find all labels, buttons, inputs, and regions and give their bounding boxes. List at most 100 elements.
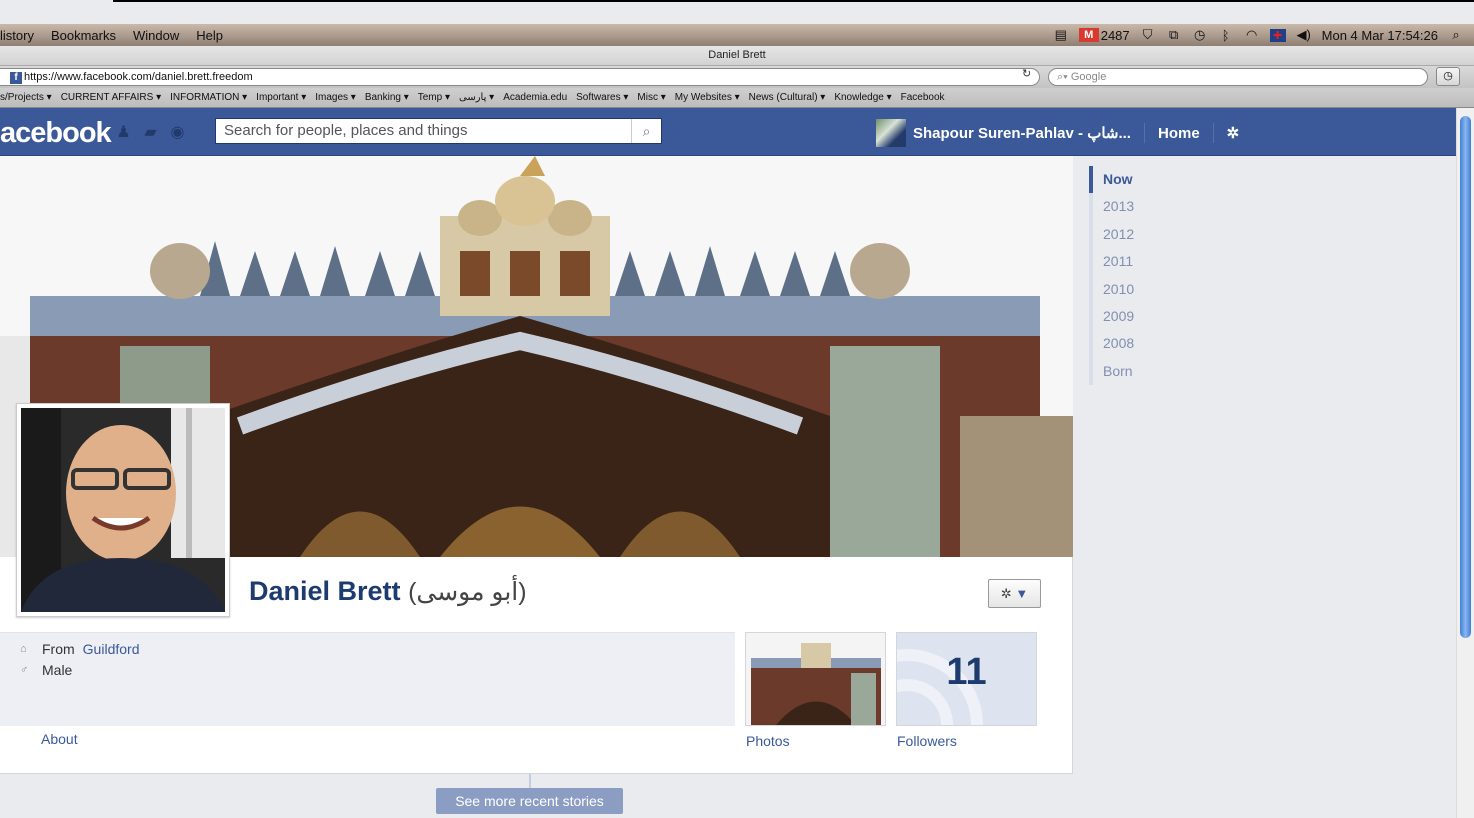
menu-history[interactable]: listory — [0, 28, 34, 43]
history-button[interactable]: ◷ — [1436, 67, 1460, 86]
year-nav-2011[interactable]: 2011 — [1093, 248, 1159, 275]
uk-flag-icon[interactable]: ✚ — [1269, 28, 1286, 42]
gmail-notifier[interactable]: M 2487 — [1078, 27, 1130, 43]
bookmark-item[interactable]: My Websites ▾ — [675, 92, 740, 103]
house-icon: ⌂ — [20, 643, 27, 655]
timeline-year-nav: Now 2013 2012 2011 2010 2009 2008 Born — [1089, 166, 1159, 386]
followers-tile[interactable]: 11 — [896, 632, 1037, 726]
gmail-icon: M — [1078, 28, 1099, 42]
google-search-field[interactable]: ⌕▾ Google — [1048, 68, 1428, 86]
home-link[interactable]: Home — [1158, 125, 1200, 142]
bluetooth-icon[interactable]: ᛒ — [1218, 28, 1234, 43]
followers-count: 11 — [946, 651, 987, 693]
see-more-stories-button[interactable]: See more recent stories — [436, 788, 623, 814]
photos-tile[interactable] — [745, 632, 886, 726]
spotlight-search-icon[interactable]: ⌕ — [1448, 27, 1464, 42]
menu-bookmarks[interactable]: Bookmarks — [51, 28, 116, 43]
calendar-icon[interactable]: ▤ — [1053, 27, 1069, 42]
facebook-header: acebook ♟ ▰ ◉ Search for people, places … — [0, 108, 1456, 156]
timeline-header-card: Daniel Brett (أبو موسى) ✲ ▼ ⌂ From Guild… — [0, 156, 1073, 774]
window-title: Daniel Brett — [708, 49, 766, 61]
user-nav: Shapour Suren-Pahlav - شاپ... Home ✲ — [876, 119, 1239, 147]
bookmark-item[interactable]: s/Projects ▾ — [0, 92, 52, 103]
url-text: https://www.facebook.com/daniel.brett.fr… — [24, 71, 253, 83]
profile-photo — [21, 408, 225, 612]
notifications-globe-icon[interactable]: ◉ — [168, 124, 187, 141]
mac-menu-bar: listory Bookmarks Window Help ▤ M 2487 ⛉… — [0, 24, 1474, 46]
shield-icon[interactable]: ⛉ — [1140, 27, 1156, 42]
year-nav-2012[interactable]: 2012 — [1093, 221, 1159, 248]
chevron-down-icon: ▼ — [1015, 586, 1029, 601]
about-link[interactable]: About — [41, 731, 78, 747]
google-search-placeholder: Google — [1070, 71, 1107, 83]
profile-info-box: ⌂ From Guildford ♂ Male — [0, 632, 735, 726]
gender-text: Male — [42, 662, 73, 678]
vertical-scrollbar[interactable] — [1456, 108, 1474, 818]
volume-icon[interactable]: ◀) — [1296, 27, 1312, 42]
facebook-search-input[interactable]: Search for people, places and things ⌕ — [215, 118, 662, 144]
bookmark-item[interactable]: Facebook — [901, 92, 945, 103]
menu-window[interactable]: Window — [133, 28, 179, 43]
year-nav-2010[interactable]: 2010 — [1093, 276, 1159, 303]
mail-count: 2487 — [1100, 27, 1130, 43]
scrollbar-thumb[interactable] — [1460, 116, 1471, 638]
hometown-link[interactable]: Guildford — [83, 641, 140, 657]
bookmark-item[interactable]: Important ▾ — [256, 92, 306, 103]
facebook-favicon-icon: f — [10, 72, 22, 84]
bookmark-item[interactable]: News (Cultural) ▾ — [749, 92, 826, 103]
profile-alt-name: (أبو موسى) — [408, 578, 527, 606]
menu-help[interactable]: Help — [196, 28, 223, 43]
bookmark-item[interactable]: پارسی ▾ — [459, 92, 494, 103]
time-machine-icon[interactable]: ◷ — [1192, 27, 1208, 42]
nav-divider — [1143, 123, 1145, 143]
year-nav-now[interactable]: Now — [1089, 166, 1159, 194]
clock[interactable]: Mon 4 Mar 17:54:26 — [1322, 28, 1438, 43]
friend-requests-icon[interactable]: ♟ — [114, 124, 133, 141]
year-nav-2009[interactable]: 2009 — [1093, 303, 1159, 330]
year-nav-2013[interactable]: 2013 — [1093, 193, 1159, 220]
bookmark-item[interactable]: Knowledge ▾ — [834, 92, 891, 103]
user-name-link[interactable]: Shapour Suren-Pahlav - شاپ... — [913, 124, 1131, 142]
messages-icon[interactable]: ▰ — [141, 124, 160, 141]
photos-thumbnail — [746, 633, 885, 725]
search-icon[interactable]: ⌕ — [631, 119, 661, 143]
search-icon: ⌕▾ — [1057, 71, 1071, 83]
nav-divider — [1212, 123, 1214, 143]
info-gender: ♂ Male — [20, 662, 72, 678]
year-nav-born[interactable]: Born — [1093, 358, 1159, 385]
followers-link[interactable]: Followers — [897, 733, 957, 749]
year-nav-2008[interactable]: 2008 — [1093, 330, 1159, 357]
gear-icon: ✲ — [1000, 586, 1012, 601]
url-field[interactable]: f https://www.facebook.com/daniel.brett.… — [0, 68, 1040, 86]
copy-icon[interactable]: ⧉ — [1166, 27, 1182, 42]
notification-jewels: ♟ ▰ ◉ — [114, 124, 187, 141]
profile-name-text: Daniel Brett — [249, 576, 401, 606]
bookmark-item[interactable]: Misc ▾ — [637, 92, 665, 103]
bookmark-item[interactable]: INFORMATION ▾ — [170, 92, 247, 103]
address-bar: f https://www.facebook.com/daniel.brett.… — [0, 66, 1474, 88]
info-hometown: ⌂ From Guildford — [20, 641, 139, 657]
photos-link[interactable]: Photos — [746, 733, 790, 749]
facebook-search-placeholder: Search for people, places and things — [224, 122, 468, 139]
bookmark-item[interactable]: CURRENT AFFAIRS ▾ — [61, 92, 161, 103]
wifi-icon[interactable]: ◠ — [1244, 27, 1260, 42]
profile-options-button[interactable]: ✲ ▼ — [988, 579, 1041, 608]
bookmark-item[interactable]: Images ▾ — [315, 92, 356, 103]
bookmark-item[interactable]: Temp ▾ — [418, 92, 450, 103]
window-title-bar: Daniel Brett — [0, 46, 1474, 66]
bookmark-item[interactable]: Softwares ▾ — [576, 92, 628, 103]
male-icon: ♂ — [20, 664, 29, 676]
settings-gear-icon[interactable]: ✲ — [1227, 124, 1240, 142]
avatar[interactable] — [876, 119, 906, 147]
clock-icon: ◷ — [1443, 70, 1453, 82]
bookmark-item[interactable]: Academia.edu — [503, 92, 567, 103]
reload-icon[interactable]: ↻ — [1022, 67, 1031, 80]
profile-name: Daniel Brett (أبو موسى) — [249, 576, 527, 607]
profile-picture[interactable] — [16, 403, 230, 617]
bookmarks-bar: s/Projects ▾ CURRENT AFFAIRS ▾ INFORMATI… — [0, 88, 1474, 108]
window-top-edge — [113, 0, 1474, 2]
facebook-logo[interactable]: acebook — [0, 117, 112, 150]
from-prefix: From — [42, 641, 75, 657]
timeline-spine — [529, 774, 531, 788]
bookmark-item[interactable]: Banking ▾ — [365, 92, 409, 103]
